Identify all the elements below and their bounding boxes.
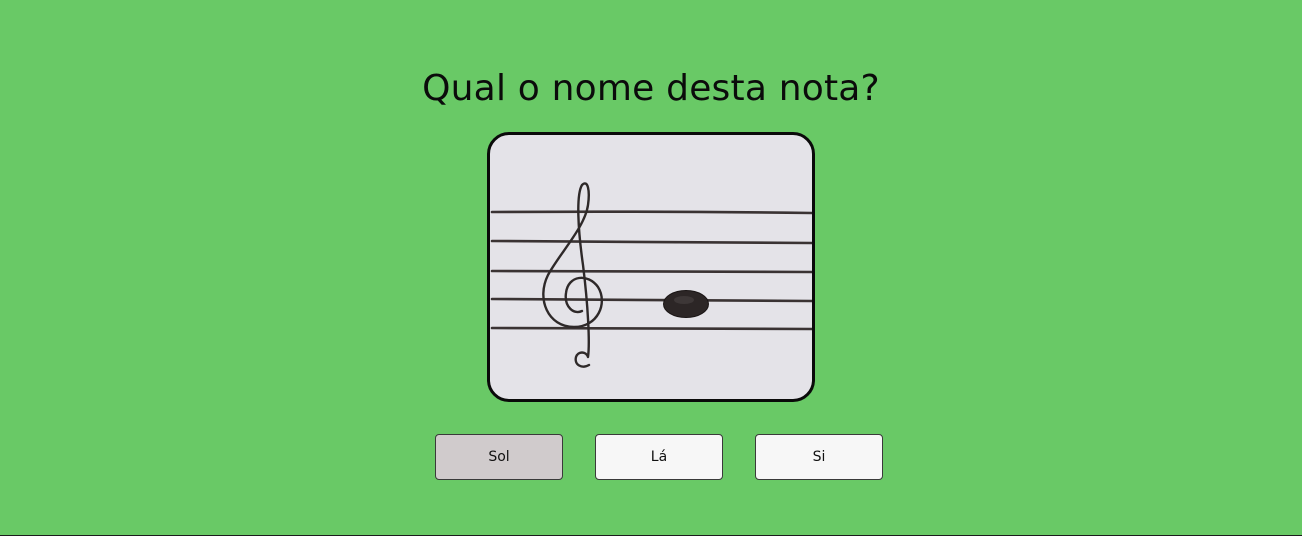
staff-line-5 <box>490 326 812 331</box>
staff-line-2 <box>490 239 812 245</box>
staff-line-1 <box>490 210 812 215</box>
whole-note-icon <box>663 290 709 318</box>
staff-line-4 <box>490 297 812 303</box>
staff-lines <box>490 210 812 331</box>
note-image-card <box>487 132 815 402</box>
answer-button-la[interactable]: Lá <box>595 434 723 480</box>
staff-line-3 <box>490 269 812 274</box>
staff-note-illustration <box>490 182 812 368</box>
quiz-page: Qual o nome desta nota? Sol Lá Si <box>0 0 1302 536</box>
answer-button-si[interactable]: Si <box>755 434 883 480</box>
question-title: Qual o nome desta nota? <box>422 68 880 109</box>
answer-button-sol[interactable]: Sol <box>435 434 563 480</box>
